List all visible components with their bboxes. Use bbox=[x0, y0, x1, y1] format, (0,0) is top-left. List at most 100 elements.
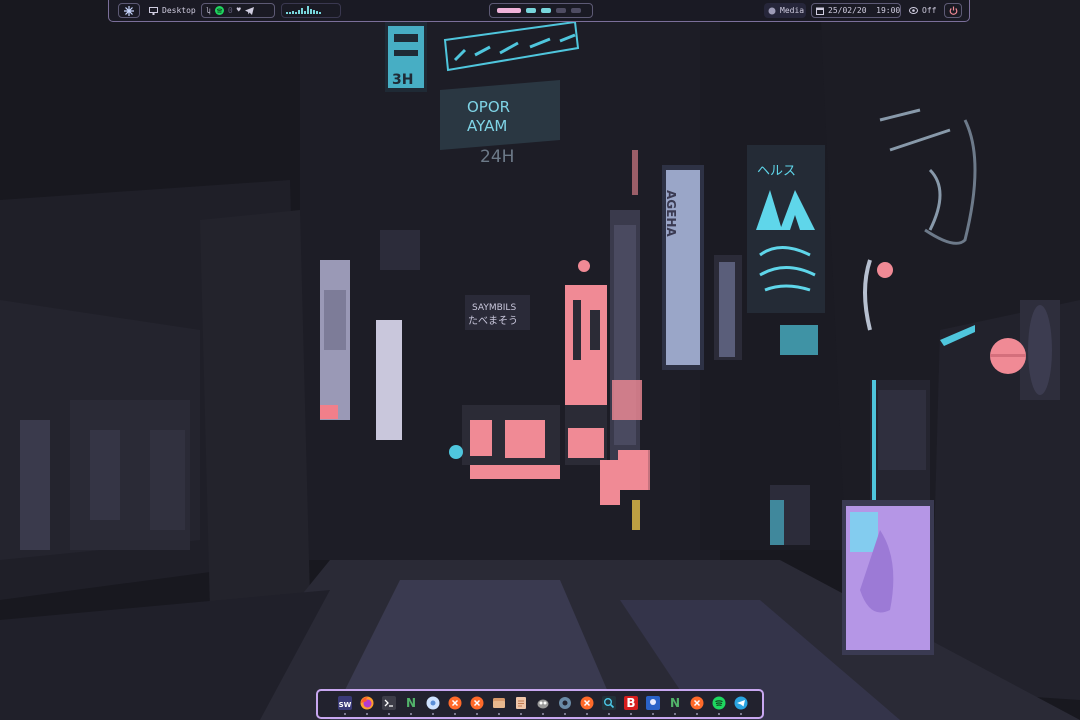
svg-text:SW: SW bbox=[339, 701, 352, 709]
running-indicator bbox=[542, 713, 544, 715]
bluetooth-icon bbox=[646, 695, 660, 714]
running-indicator bbox=[608, 713, 610, 715]
book-icon: B bbox=[624, 695, 638, 714]
workspace-switcher bbox=[489, 3, 593, 18]
spotify-tray-icon[interactable] bbox=[214, 6, 224, 15]
dock-item[interactable] bbox=[576, 693, 598, 715]
dock-item[interactable] bbox=[510, 693, 532, 715]
visualizer-bar bbox=[295, 12, 297, 14]
workspace-5[interactable] bbox=[571, 8, 581, 13]
running-indicator bbox=[410, 713, 412, 715]
visualizer-bar bbox=[313, 10, 315, 14]
eye-icon bbox=[909, 7, 918, 14]
network-icon[interactable]: ʮ bbox=[206, 4, 211, 17]
media-label: Media bbox=[780, 6, 805, 15]
svg-text:B: B bbox=[626, 696, 635, 710]
dock-item[interactable] bbox=[378, 693, 400, 715]
settings-icon bbox=[558, 695, 572, 714]
close-app-icon bbox=[448, 695, 462, 714]
visualizer-bar bbox=[307, 6, 309, 14]
running-indicator bbox=[366, 713, 368, 715]
spotify-icon bbox=[712, 695, 726, 714]
running-indicator bbox=[652, 713, 654, 715]
dock-item[interactable] bbox=[444, 693, 466, 715]
dock-item[interactable] bbox=[686, 693, 708, 715]
dock-item[interactable]: N bbox=[664, 693, 686, 715]
dock-item[interactable] bbox=[598, 693, 620, 715]
visualizer-bar bbox=[316, 11, 318, 14]
running-indicator bbox=[740, 713, 742, 715]
running-indicator bbox=[388, 713, 390, 715]
calendar-icon bbox=[816, 7, 824, 15]
dock-item[interactable] bbox=[466, 693, 488, 715]
dock-item[interactable] bbox=[708, 693, 730, 715]
gimp-icon bbox=[536, 695, 550, 714]
visualizer-bar bbox=[286, 12, 288, 14]
chromium-icon bbox=[426, 695, 440, 714]
launcher-button[interactable] bbox=[118, 3, 140, 18]
heart-icon[interactable]: ♥ bbox=[237, 4, 241, 17]
system-tray: ʮ 0 ♥ bbox=[201, 3, 275, 18]
sw-app-icon: SW bbox=[338, 695, 352, 714]
desktop: 3H OPOR AYAM 24H SAYMBILS たべまそう AGEHA ヘル… bbox=[0, 0, 1080, 720]
audio-visualizer bbox=[281, 3, 341, 18]
document-icon bbox=[514, 695, 528, 714]
running-indicator bbox=[696, 713, 698, 715]
files-icon bbox=[492, 695, 506, 714]
visualizer-bar bbox=[310, 9, 312, 14]
svg-text:3H: 3H bbox=[392, 72, 413, 88]
sign-ageha: AGEHA bbox=[664, 190, 678, 237]
idle-inhibitor[interactable]: Off bbox=[905, 3, 939, 18]
visualizer-bar bbox=[289, 12, 291, 14]
running-indicator bbox=[586, 713, 588, 715]
dock: SW N B N bbox=[316, 689, 764, 719]
running-indicator bbox=[454, 713, 456, 715]
running-indicator bbox=[520, 713, 522, 715]
dock-item[interactable] bbox=[488, 693, 510, 715]
dock-item[interactable] bbox=[422, 693, 444, 715]
tray-count: 0 bbox=[227, 6, 233, 15]
neovim-icon-2: N bbox=[668, 695, 682, 714]
sign-tabemasou: たべまそう bbox=[468, 315, 518, 327]
snowflake-icon bbox=[124, 5, 134, 16]
dock-item[interactable] bbox=[532, 693, 554, 715]
close-app-icon-4 bbox=[690, 695, 704, 714]
datetime-text: 25/02/20 19:00 bbox=[828, 6, 901, 15]
monitor-icon bbox=[149, 6, 158, 15]
visualizer-bar bbox=[298, 10, 300, 14]
workspace-4[interactable] bbox=[556, 8, 566, 13]
sign-saymbils: SAYMBILS bbox=[472, 303, 516, 313]
sign-helth: ヘルス bbox=[757, 164, 796, 179]
running-indicator bbox=[344, 713, 346, 715]
close-app-icon-2 bbox=[470, 695, 484, 714]
firefox-icon bbox=[360, 695, 374, 714]
visualizer-bar bbox=[304, 11, 306, 14]
running-indicator bbox=[476, 713, 478, 715]
datetime-widget[interactable]: 25/02/20 19:00 bbox=[811, 3, 901, 18]
dock-item[interactable]: SW bbox=[334, 693, 356, 715]
dock-item[interactable] bbox=[642, 693, 664, 715]
running-indicator bbox=[718, 713, 720, 715]
telegram-tray-icon[interactable] bbox=[244, 6, 254, 15]
running-indicator bbox=[564, 713, 566, 715]
svg-text:N: N bbox=[406, 696, 416, 710]
terminal-icon bbox=[382, 695, 396, 714]
neovim-icon: N bbox=[404, 695, 418, 714]
power-icon bbox=[949, 6, 958, 15]
media-icon bbox=[768, 7, 776, 15]
dock-item[interactable]: N bbox=[400, 693, 422, 715]
workspace-label[interactable]: Desktop bbox=[145, 3, 197, 18]
dock-item[interactable]: B bbox=[620, 693, 642, 715]
dock-item[interactable] bbox=[356, 693, 378, 715]
running-indicator bbox=[674, 713, 676, 715]
dock-item[interactable] bbox=[554, 693, 576, 715]
workspace-3[interactable] bbox=[541, 8, 551, 13]
media-widget[interactable]: Media bbox=[764, 3, 806, 18]
eye-status: Off bbox=[922, 6, 937, 15]
power-button[interactable] bbox=[944, 3, 962, 18]
visualizer-bar bbox=[319, 12, 321, 14]
workspace-2[interactable] bbox=[526, 8, 536, 13]
running-indicator bbox=[432, 713, 434, 715]
dock-item[interactable] bbox=[730, 693, 752, 715]
workspace-1[interactable] bbox=[497, 8, 521, 13]
